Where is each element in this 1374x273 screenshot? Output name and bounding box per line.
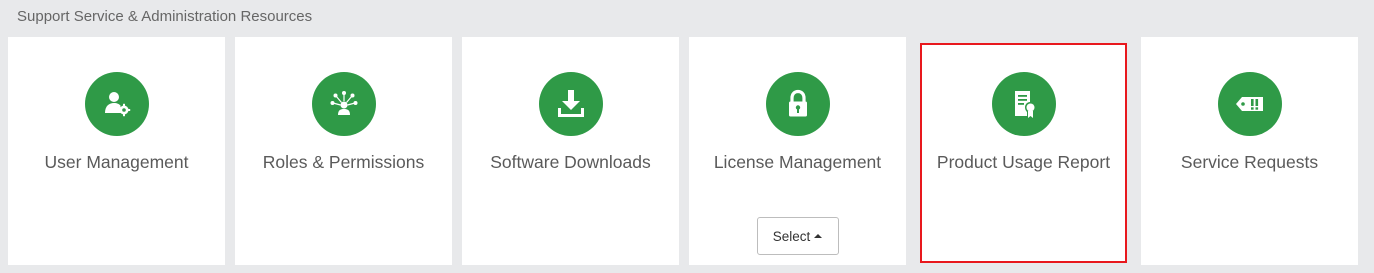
tile-label: User Management [44,152,189,172]
tile-service-requests[interactable]: Service Requests [1141,37,1358,265]
download-icon [538,72,603,136]
lock-icon [765,72,830,136]
ticket-alert-icon [1217,72,1282,136]
caret-up-icon [814,234,823,238]
tile-label: Service Requests [1180,152,1319,172]
roles-network-icon [311,72,376,136]
tile-label: Product Usage Report [936,152,1111,172]
tile-product-usage-report[interactable]: Product Usage Report [920,43,1127,263]
resource-tiles: User Management Roles & Permissions Soft… [8,37,1358,265]
certificate-report-icon [991,72,1056,136]
select-button-label: Select [772,228,811,244]
tile-label: Software Downloads [490,152,651,172]
select-dropdown-button[interactable]: Select [756,217,839,255]
section-title: Support Service & Administration Resourc… [17,8,313,25]
tile-user-management[interactable]: User Management [8,37,225,265]
user-gear-icon [84,72,149,136]
tile-roles-permissions[interactable]: Roles & Permissions [235,37,452,265]
tile-label: License Management [713,152,882,172]
tile-license-management[interactable]: License Management Select [689,37,906,265]
tile-software-downloads[interactable]: Software Downloads [462,37,679,265]
tile-label: Roles & Permissions [262,152,425,172]
